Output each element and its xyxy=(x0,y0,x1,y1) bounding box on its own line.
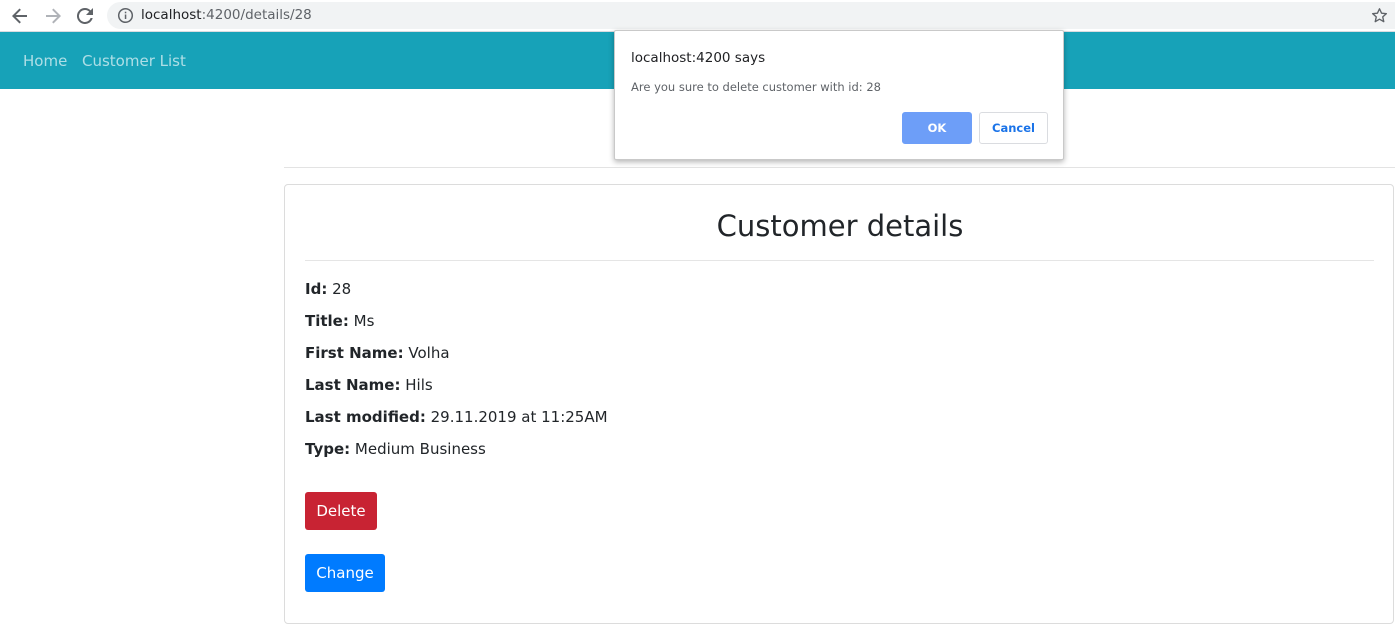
arrow-left-icon xyxy=(12,8,27,24)
forward-button[interactable] xyxy=(41,4,65,28)
change-button[interactable]: Change xyxy=(305,554,385,592)
star-icon[interactable] xyxy=(1370,6,1389,25)
nav-link-home[interactable]: Home xyxy=(23,52,67,70)
url-text: localhost:4200/details/28 xyxy=(141,7,312,24)
field-label: Last Name: xyxy=(305,376,401,394)
field-value: Volha xyxy=(408,344,450,362)
url-path: :4200/details/28 xyxy=(201,7,312,23)
dialog-message: Are you sure to delete customer with id:… xyxy=(631,80,881,94)
dialog-cancel-button[interactable]: Cancel xyxy=(979,112,1048,144)
field-type: Type: Medium Business xyxy=(305,439,486,459)
field-value: 29.11.2019 at 11:25AM xyxy=(430,408,608,426)
field-label: Id: xyxy=(305,280,328,298)
back-button[interactable] xyxy=(8,4,32,28)
arrow-right-icon xyxy=(46,8,61,24)
field-value: 28 xyxy=(332,280,352,298)
field-label: Title: xyxy=(305,312,349,330)
reload-icon xyxy=(77,8,93,24)
field-value: Ms xyxy=(353,312,375,330)
url-host: localhost xyxy=(141,7,202,23)
dialog-title: localhost:4200 says xyxy=(631,50,766,66)
nav-link-customer-list[interactable]: Customer List xyxy=(82,52,186,70)
field-value: Hils xyxy=(405,376,433,394)
dialog-ok-button[interactable]: OK xyxy=(902,112,972,144)
field-last-modified: Last modified: 29.11.2019 at 11:25AM xyxy=(305,407,608,427)
field-first-name: First Name: Volha xyxy=(305,343,450,363)
delete-button[interactable]: Delete xyxy=(305,492,377,530)
field-label: Type: xyxy=(305,440,351,458)
browser-toolbar: localhost:4200/details/28 xyxy=(0,0,1395,32)
content-divider xyxy=(284,167,1395,168)
field-id: Id: 28 xyxy=(305,279,351,299)
customer-details-card: Customer details Id: 28 Title: Ms First … xyxy=(284,184,1394,624)
page-title: Customer details xyxy=(716,209,964,243)
field-title: Title: Ms xyxy=(305,311,374,331)
field-value: Medium Business xyxy=(354,440,486,458)
title-divider xyxy=(305,260,1374,261)
info-icon[interactable] xyxy=(117,7,134,24)
address-bar[interactable]: localhost:4200/details/28 xyxy=(107,2,1395,29)
field-last-name: Last Name: Hils xyxy=(305,375,433,395)
field-label: First Name: xyxy=(305,344,404,362)
reload-button[interactable] xyxy=(73,4,97,28)
field-label: Last modified: xyxy=(305,408,426,426)
confirm-dialog: localhost:4200 says Are you sure to dele… xyxy=(614,30,1064,160)
